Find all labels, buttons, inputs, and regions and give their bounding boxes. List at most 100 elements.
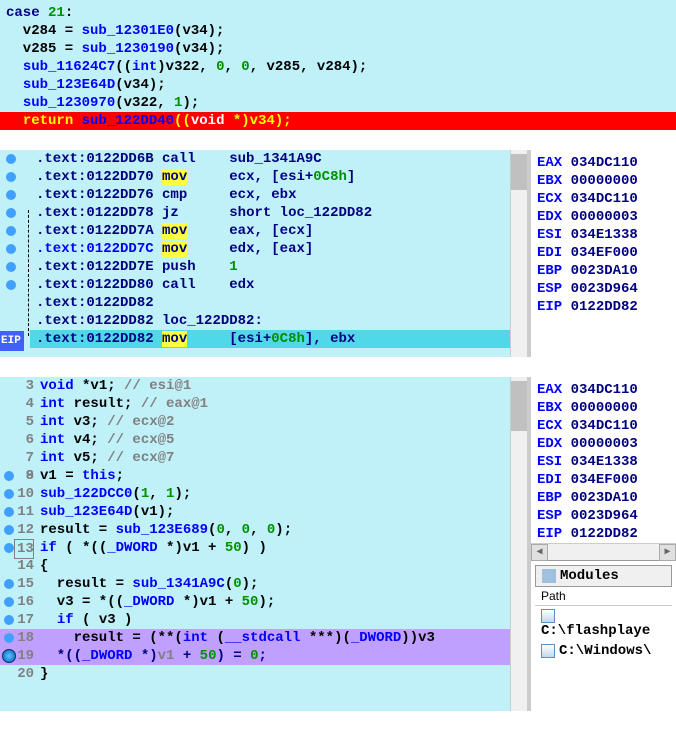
- breakpoint-icon[interactable]: [4, 543, 14, 553]
- breakpoint-icon[interactable]: [6, 172, 16, 182]
- breakpoint-icon[interactable]: [4, 579, 14, 589]
- register-row: ESI 034E1338: [531, 226, 676, 244]
- breakpoint-icon[interactable]: [4, 471, 14, 481]
- breakpoint-icon[interactable]: [4, 597, 14, 607]
- register-row: EIP 0122DD82: [531, 298, 676, 316]
- disasm-line[interactable]: .text:0122DD6B call sub_1341A9C: [30, 150, 527, 168]
- source-line[interactable]: sub_11624C7((int)v322, 0, 0, v285, v284)…: [0, 58, 676, 76]
- source-line[interactable]: 7int v5; // ecx@7: [0, 449, 527, 467]
- line-number: 11: [14, 503, 34, 521]
- source-line[interactable]: 14{: [0, 557, 527, 575]
- right-panel-bottom: EAX 034DC110EBX 00000000ECX 034DC110EDX …: [527, 377, 676, 711]
- line-number: 6: [14, 431, 34, 449]
- source-line[interactable]: 6int v4; // ecx@5: [0, 431, 527, 449]
- disasm-line[interactable]: .text:0122DD7C mov edx, [eax]: [30, 240, 527, 258]
- line-number: 16: [14, 593, 34, 611]
- register-row: EIP 0122DD82: [531, 525, 676, 543]
- source-line[interactable]: 4int result; // eax@1: [0, 395, 527, 413]
- source-line[interactable]: sub_1230970(v322, 1);: [0, 94, 676, 112]
- source-line[interactable]: sub_123E64D(v34);: [0, 76, 676, 94]
- breakpoint-icon[interactable]: [4, 507, 14, 517]
- register-row: ESP 0023D964: [531, 280, 676, 298]
- scroll-left-icon[interactable]: ◀: [531, 544, 548, 561]
- path-column-header[interactable]: Path: [535, 587, 672, 606]
- breakpoint-icon[interactable]: [6, 262, 16, 272]
- source-line[interactable]: 9v1 = this;: [0, 467, 527, 485]
- register-row: EBP 0023DA10: [531, 262, 676, 280]
- line-number: 15: [14, 575, 34, 593]
- line-number: 17: [14, 611, 34, 629]
- disasm-line[interactable]: .text:0122DD7E push 1: [30, 258, 527, 276]
- decompile-top-panel: case 21: v284 = sub_12301E0(v34); v285 =…: [0, 0, 676, 130]
- line-number: 3: [14, 377, 34, 395]
- breakpoint-icon[interactable]: [4, 615, 14, 625]
- breakpoint-icon[interactable]: [4, 633, 14, 643]
- line-number: 19: [14, 647, 34, 665]
- register-row: EBX 00000000: [531, 399, 676, 417]
- line-number: 7: [14, 449, 34, 467]
- register-row: ESI 034E1338: [531, 453, 676, 471]
- source-line[interactable]: 18 result = (**(int (__stdcall ***)(_DWO…: [0, 629, 527, 647]
- module-file-icon: [541, 644, 555, 658]
- line-number: 4: [14, 395, 34, 413]
- disasm-line[interactable]: .text:0122DD82: [30, 294, 527, 312]
- source-line[interactable]: 15 result = sub_1341A9C(0);: [0, 575, 527, 593]
- register-row: EBP 0023DA10: [531, 489, 676, 507]
- scroll-right-icon[interactable]: ▶: [659, 544, 676, 561]
- disasm-line[interactable]: EIP.text:0122DD82 mov [esi+0C8h], ebx: [30, 330, 527, 348]
- disasm-line[interactable]: .text:0122DD7A mov eax, [ecx]: [30, 222, 527, 240]
- source-line[interactable]: v285 = sub_1230190(v34);: [0, 40, 676, 58]
- source-line[interactable]: 20}: [0, 665, 527, 683]
- disasm-line[interactable]: .text:0122DD70 mov ecx, [esi+0C8h]: [30, 168, 527, 186]
- breakpoint-icon[interactable]: [6, 208, 16, 218]
- disasm-line[interactable]: .text:0122DD78 jz short loc_122DD82: [30, 204, 527, 222]
- module-path-row[interactable]: C:\Windows\: [535, 641, 672, 661]
- breakpoint-icon[interactable]: [6, 190, 16, 200]
- source-line[interactable]: v284 = sub_12301E0(v34);: [0, 22, 676, 40]
- source-line[interactable]: 17 if ( v3 ): [0, 611, 527, 629]
- source-line[interactable]: 13if ( *((_DWORD *)v1 + 50) ): [0, 539, 527, 557]
- register-row: ECX 034DC110: [531, 417, 676, 435]
- source-line[interactable]: 11sub_123E64D(v1);: [0, 503, 527, 521]
- disasm-line[interactable]: .text:0122DD82 loc_122DD82:: [30, 312, 527, 330]
- breakpoint-icon[interactable]: [6, 244, 16, 254]
- source-line[interactable]: 12result = sub_123E689(0, 0, 0);: [0, 521, 527, 539]
- register-row: ESP 0023D964: [531, 507, 676, 525]
- source-line[interactable]: 3void *v1; // esi@1: [0, 377, 527, 395]
- line-number: 20: [14, 665, 34, 683]
- register-row: EAX 034DC110: [531, 381, 676, 399]
- vertical-scrollbar[interactable]: [510, 377, 527, 711]
- disasm-line[interactable]: .text:0122DD80 call edx: [30, 276, 527, 294]
- register-row: ECX 034DC110: [531, 190, 676, 208]
- modules-icon: [542, 569, 556, 583]
- eip-indicator: EIP: [0, 331, 24, 351]
- module-file-icon: [541, 609, 555, 623]
- disasm-line[interactable]: .text:0122DD76 cmp ecx, ebx: [30, 186, 527, 204]
- breakpoint-icon[interactable]: [4, 489, 14, 499]
- register-row: EDI 034EF000: [531, 471, 676, 489]
- source-line[interactable]: return sub_122DD40((void *)v34);: [0, 112, 676, 130]
- breakpoint-icon[interactable]: [6, 280, 16, 290]
- source-line[interactable]: case 21:: [0, 4, 676, 22]
- decompile-bottom-panel[interactable]: 3void *v1; // esi@14int result; // eax@1…: [0, 377, 527, 711]
- line-number: 13: [14, 539, 34, 559]
- registers-top-panel: EAX 034DC110EBX 00000000ECX 034DC110EDX …: [527, 150, 676, 357]
- source-line[interactable]: 16 v3 = *((_DWORD *)v1 + 50);: [0, 593, 527, 611]
- line-number: 12: [14, 521, 34, 539]
- modules-header[interactable]: Modules: [535, 565, 672, 587]
- breakpoint-icon[interactable]: [6, 226, 16, 236]
- source-line[interactable]: 10sub_122DCC0(1, 1);: [0, 485, 527, 503]
- breakpoint-icon[interactable]: [6, 154, 16, 164]
- breakpoint-icon[interactable]: [4, 525, 14, 535]
- line-number: 18: [14, 629, 34, 647]
- disasm-panel[interactable]: .text:0122DD6B call sub_1341A9C.text:012…: [0, 150, 527, 357]
- module-path-row[interactable]: C:\flashplaye: [535, 606, 672, 641]
- source-line[interactable]: 5int v3; // ecx@2: [0, 413, 527, 431]
- source-line[interactable]: 19 *((_DWORD *)v1 + 50) = 0;: [0, 647, 527, 665]
- horizontal-scrollbar[interactable]: ◀ ▶: [531, 543, 676, 560]
- line-number: 10: [14, 485, 34, 503]
- register-row: EBX 00000000: [531, 172, 676, 190]
- register-row: EDX 00000003: [531, 208, 676, 226]
- vertical-scrollbar[interactable]: [510, 150, 527, 357]
- register-row: EDI 034EF000: [531, 244, 676, 262]
